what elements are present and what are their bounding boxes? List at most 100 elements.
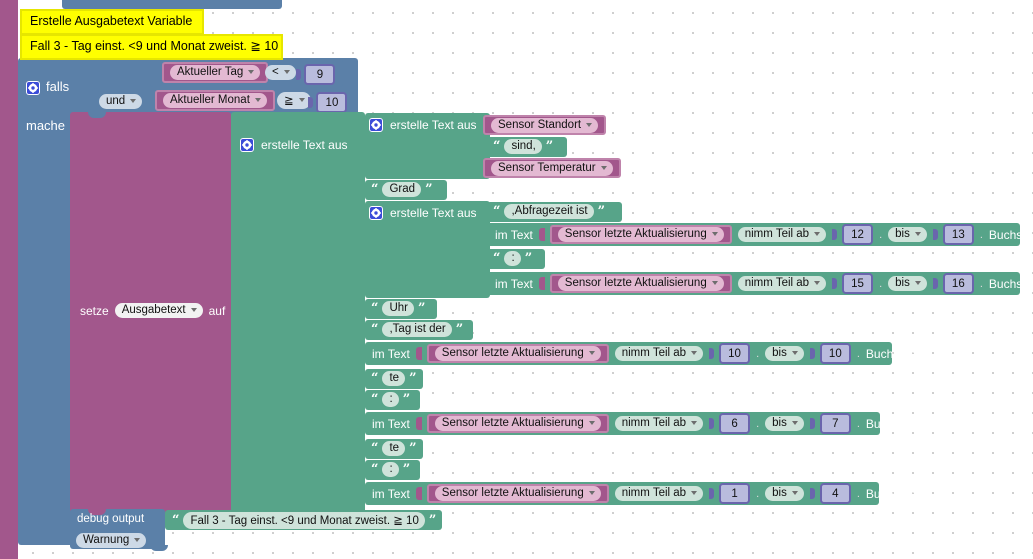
substring-from[interactable]: 6 xyxy=(719,413,751,434)
string-field[interactable]: Grad xyxy=(382,182,422,197)
substring-variable[interactable]: Sensor letzte Aktualisierung xyxy=(426,414,609,433)
create-text-1-header[interactable]: erstelle Text aus xyxy=(369,118,477,132)
substring-to-mode-field[interactable]: bis xyxy=(765,486,804,501)
string-field[interactable]: ,Abfragezeit ist xyxy=(504,204,594,219)
string-field[interactable]: sind, xyxy=(504,139,542,154)
chevron-down-icon[interactable] xyxy=(691,421,698,425)
condition-join-field[interactable]: und xyxy=(99,94,143,110)
condition-1-number[interactable]: 9 xyxy=(304,64,336,85)
substring-from[interactable]: 1 xyxy=(719,483,751,504)
chevron-down-icon[interactable] xyxy=(791,421,798,425)
substring-variable[interactable]: Sensor letzte Aktualisierung xyxy=(426,344,609,363)
chevron-down-icon[interactable] xyxy=(814,281,821,285)
string-field[interactable]: ,Tag ist der xyxy=(382,322,452,337)
string-field[interactable]: : xyxy=(382,462,399,477)
chevron-down-icon[interactable] xyxy=(586,122,593,127)
substring-to[interactable]: 10 xyxy=(819,343,851,364)
comment-title[interactable]: Erstelle Ausgabetext Variable xyxy=(20,9,204,35)
chevron-down-icon[interactable] xyxy=(814,232,821,236)
comment-subtitle[interactable]: Fall 3 - Tag einst. <9 und Monat zweist.… xyxy=(20,34,283,60)
outer-tail-item-5-content[interactable]: im Text Sensor letzte Aktualisierung nim… xyxy=(372,413,923,434)
variable-field[interactable]: Sensor Temperatur xyxy=(491,160,613,176)
chevron-down-icon[interactable] xyxy=(691,351,698,355)
variable-field[interactable]: Sensor letzte Aktualisierung xyxy=(557,227,724,242)
create-text-1-item-1-content[interactable]: “ sind, ” xyxy=(493,139,553,154)
string-field[interactable]: te xyxy=(382,371,406,386)
create-text-2-header[interactable]: erstelle Text aus xyxy=(369,206,477,220)
chevron-down-icon[interactable] xyxy=(914,232,921,236)
gear-icon[interactable] xyxy=(369,118,383,132)
set-variable-field[interactable]: Ausgabetext xyxy=(114,303,203,318)
chevron-down-icon[interactable] xyxy=(130,99,137,104)
condition-1-operator[interactable]: < xyxy=(265,64,296,82)
chevron-down-icon[interactable] xyxy=(254,98,261,102)
outer-tail-item-0-content[interactable]: “ Uhr ” xyxy=(371,301,426,316)
condition-join[interactable]: und xyxy=(99,93,143,111)
variable-field[interactable]: Sensor letzte Aktualisierung xyxy=(434,346,601,361)
variable-field[interactable]: Sensor letzte Aktualisierung xyxy=(434,486,601,501)
condition-2-value[interactable]: 10 xyxy=(308,92,348,113)
string-field[interactable]: : xyxy=(504,251,521,266)
debug-output-level[interactable]: Warnung xyxy=(76,532,147,550)
chevron-down-icon[interactable] xyxy=(190,308,197,312)
outer-tail-item-4-content[interactable]: “ : ” xyxy=(371,392,410,407)
debug-message-content[interactable]: “ Fall 3 - Tag einst. <9 und Monat zweis… xyxy=(172,512,436,529)
string-field[interactable]: Fall 3 - Tag einst. <9 und Monat zweist.… xyxy=(183,512,425,529)
create-text-1-item-2[interactable]: Sensor Temperatur xyxy=(483,158,621,178)
substring-mode-field[interactable]: nimm Teil ab xyxy=(737,227,827,242)
variable-field[interactable]: Sensor Standort xyxy=(491,117,599,133)
substring-mode-field[interactable]: nimm Teil ab xyxy=(614,416,704,431)
condition-1-variable[interactable]: Aktueller Tag xyxy=(162,62,269,83)
string-field[interactable]: te xyxy=(382,441,406,456)
substring-to[interactable]: 4 xyxy=(819,483,851,504)
chevron-down-icon[interactable] xyxy=(248,70,255,74)
chevron-down-icon[interactable] xyxy=(914,281,921,285)
substring-to-mode-field[interactable]: bis xyxy=(888,227,927,242)
condition-2-operator-field[interactable]: ≧ xyxy=(277,92,311,110)
create-text-2-item-1-content[interactable]: im Text Sensor letzte Aktualisierung nim… xyxy=(495,224,1033,245)
chevron-down-icon[interactable] xyxy=(588,421,595,425)
substring-mode-field[interactable]: nimm Teil ab xyxy=(737,276,827,291)
outer-tail-item-8-content[interactable]: im Text Sensor letzte Aktualisierung nim… xyxy=(372,483,923,504)
substring-to[interactable]: 16 xyxy=(942,273,974,294)
outer-tail-item-1-content[interactable]: “ ,Tag ist der ” xyxy=(371,322,463,337)
condition-1-operator-field[interactable]: < xyxy=(265,65,296,81)
if-block-gear[interactable] xyxy=(26,80,40,98)
condition-1-variable-field[interactable]: Aktueller Tag xyxy=(170,65,261,80)
gear-icon[interactable] xyxy=(369,206,383,220)
chevron-down-icon[interactable] xyxy=(691,491,698,495)
substring-mode-field[interactable]: nimm Teil ab xyxy=(614,486,704,501)
chevron-down-icon[interactable] xyxy=(791,491,798,495)
string-field[interactable]: Uhr xyxy=(382,301,415,316)
create-text-2-item-3-content[interactable]: im Text Sensor letzte Aktualisierung nim… xyxy=(495,273,1033,294)
substring-to[interactable]: 13 xyxy=(942,224,974,245)
outer-item-grad-content[interactable]: “ Grad ” xyxy=(371,182,433,197)
blockly-workspace[interactable]: falls mache Aktueller Tag < 9 und Aktuel… xyxy=(0,0,1033,559)
chevron-down-icon[interactable] xyxy=(298,98,305,103)
substring-variable[interactable]: Sensor letzte Aktualisierung xyxy=(549,225,732,244)
chevron-down-icon[interactable] xyxy=(588,491,595,495)
chevron-down-icon[interactable] xyxy=(791,351,798,355)
chevron-down-icon[interactable] xyxy=(134,538,141,543)
substring-variable[interactable]: Sensor letzte Aktualisierung xyxy=(549,274,732,293)
create-text-2-item-2-content[interactable]: “ : ” xyxy=(493,251,532,266)
set-variable-row[interactable]: setze Ausgabetext auf xyxy=(80,303,225,318)
substring-to[interactable]: 7 xyxy=(819,413,851,434)
substring-from[interactable]: 12 xyxy=(842,224,874,245)
condition-2-operator[interactable]: ≧ xyxy=(277,92,311,110)
condition-1-value[interactable]: 9 xyxy=(296,64,336,85)
outer-tail-item-2-content[interactable]: im Text Sensor letzte Aktualisierung nim… xyxy=(372,343,923,364)
chevron-down-icon[interactable] xyxy=(588,351,595,355)
variable-field[interactable]: Sensor letzte Aktualisierung xyxy=(557,276,724,291)
substring-to-mode-field[interactable]: bis xyxy=(888,276,927,291)
string-field[interactable]: : xyxy=(382,392,399,407)
substring-from[interactable]: 10 xyxy=(719,343,751,364)
create-text-outer-block[interactable] xyxy=(231,112,365,513)
substring-from[interactable]: 15 xyxy=(842,273,874,294)
condition-2-variable[interactable]: Aktueller Monat xyxy=(155,90,275,111)
chevron-down-icon[interactable] xyxy=(711,281,718,285)
variable-field[interactable]: Sensor letzte Aktualisierung xyxy=(434,416,601,431)
outer-tail-item-3-content[interactable]: “ te ” xyxy=(371,371,417,386)
create-text-outer-header[interactable]: erstelle Text aus xyxy=(240,138,348,152)
chevron-down-icon[interactable] xyxy=(711,232,718,236)
